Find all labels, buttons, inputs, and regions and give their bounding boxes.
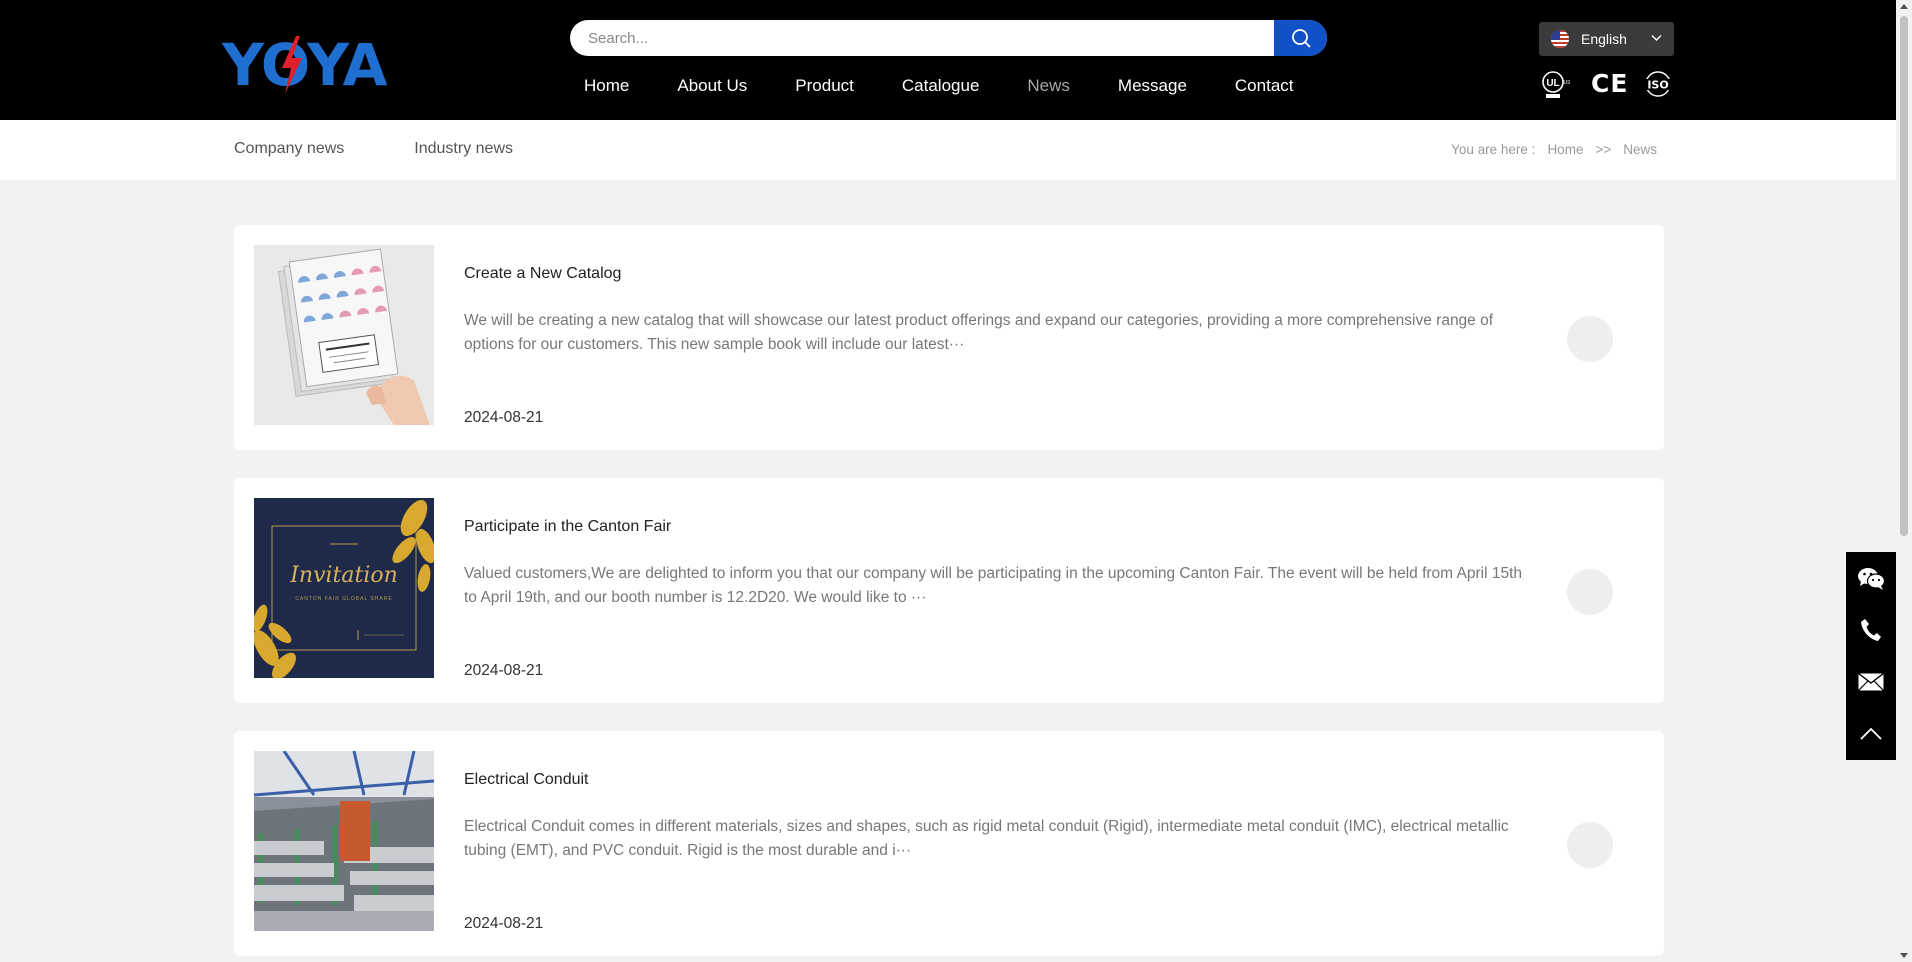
news-date: 2024-08-21 <box>464 915 544 932</box>
nav-message[interactable]: Message <box>1118 74 1187 98</box>
svg-text:ISO: ISO <box>1647 79 1668 92</box>
page-scrollbar[interactable] <box>1896 0 1912 962</box>
news-title[interactable]: Create a New Catalog <box>464 265 621 283</box>
chevron-down-icon <box>1651 35 1662 41</box>
nav-news[interactable]: News <box>1027 74 1070 98</box>
breadcrumb-current[interactable]: News <box>1623 142 1657 157</box>
site-header: YOYA Home About Us Product Catalogue New… <box>0 0 1896 120</box>
svg-text:UL: UL <box>1546 78 1559 89</box>
ce-mark-icon: CE <box>1591 69 1629 98</box>
breadcrumb: You are here : Home >> News <box>1451 142 1657 157</box>
breadcrumb-separator: >> <box>1595 142 1612 157</box>
email-button[interactable] <box>1846 656 1896 708</box>
certification-logos: UL US CE ISO <box>1538 70 1674 100</box>
back-to-top-icon <box>1860 727 1882 740</box>
floating-contact-bar <box>1846 552 1896 760</box>
news-date: 2024-08-21 <box>464 409 544 426</box>
read-more-button[interactable] <box>1567 822 1613 868</box>
invitation-title: Invitation <box>289 563 398 588</box>
scroll-up-arrow-icon[interactable] <box>1900 4 1908 9</box>
news-item[interactable]: Invitation CANTON FAIR GLOBAL SHARE Part… <box>234 478 1664 703</box>
breadcrumb-prefix: You are here : <box>1451 142 1536 157</box>
phone-icon <box>1861 619 1881 641</box>
ul-listed-icon: UL US <box>1542 71 1570 98</box>
main-nav: Home About Us Product Catalogue News Mes… <box>584 74 1342 98</box>
nav-about-us[interactable]: About Us <box>677 74 747 98</box>
search-button[interactable] <box>1274 20 1327 56</box>
email-icon <box>1858 673 1884 691</box>
news-title[interactable]: Electrical Conduit <box>464 771 589 789</box>
logo[interactable]: YOYA <box>222 31 416 99</box>
news-summary: Valued customers,We are delighted to inf… <box>464 565 1523 606</box>
iso-icon: ISO <box>1643 71 1673 97</box>
svg-text:US: US <box>1564 80 1570 86</box>
phone-button[interactable] <box>1846 604 1896 656</box>
nav-home[interactable]: Home <box>584 74 629 98</box>
logo-text: YOYA <box>222 31 388 99</box>
scroll-down-arrow-icon[interactable] <box>1900 953 1908 958</box>
read-more-button[interactable] <box>1567 569 1613 615</box>
sub-navigation-bar: Company news Industry news You are here … <box>0 120 1896 180</box>
wechat-icon <box>1858 568 1885 590</box>
nav-catalogue[interactable]: Catalogue <box>902 74 980 98</box>
news-summary: We will be creating a new catalog that w… <box>464 312 1494 353</box>
news-thumbnail-warehouse[interactable] <box>254 751 434 931</box>
lightning-bolt-icon <box>282 36 302 94</box>
language-label: English <box>1581 31 1627 47</box>
language-selector[interactable]: English <box>1539 22 1674 56</box>
scrollbar-thumb[interactable] <box>1900 16 1908 536</box>
news-title[interactable]: Participate in the Canton Fair <box>464 518 671 536</box>
wechat-button[interactable] <box>1846 552 1896 604</box>
read-more-button[interactable] <box>1567 316 1613 362</box>
breadcrumb-home[interactable]: Home <box>1547 142 1583 157</box>
us-flag-icon <box>1551 30 1569 48</box>
news-thumbnail-catalog[interactable] <box>254 245 434 425</box>
nav-product[interactable]: Product <box>795 74 854 98</box>
search-icon <box>1291 29 1311 48</box>
search-input[interactable] <box>570 20 1274 56</box>
search-bar <box>570 20 1327 56</box>
nav-contact[interactable]: Contact <box>1235 74 1294 98</box>
tab-company-news[interactable]: Company news <box>234 140 344 158</box>
invitation-subtitle: CANTON FAIR GLOBAL SHARE <box>295 596 392 602</box>
news-date: 2024-08-21 <box>464 662 544 679</box>
back-to-top-button[interactable] <box>1846 708 1896 760</box>
news-thumbnail-invitation[interactable]: Invitation CANTON FAIR GLOBAL SHARE <box>254 498 434 678</box>
news-categories: Company news Industry news <box>234 140 583 158</box>
news-item[interactable]: Electrical Conduit Electrical Conduit co… <box>234 731 1664 956</box>
news-item[interactable]: Create a New Catalog We will be creating… <box>234 225 1664 450</box>
tab-industry-news[interactable]: Industry news <box>414 140 513 158</box>
news-summary: Electrical Conduit comes in different ma… <box>464 818 1509 859</box>
